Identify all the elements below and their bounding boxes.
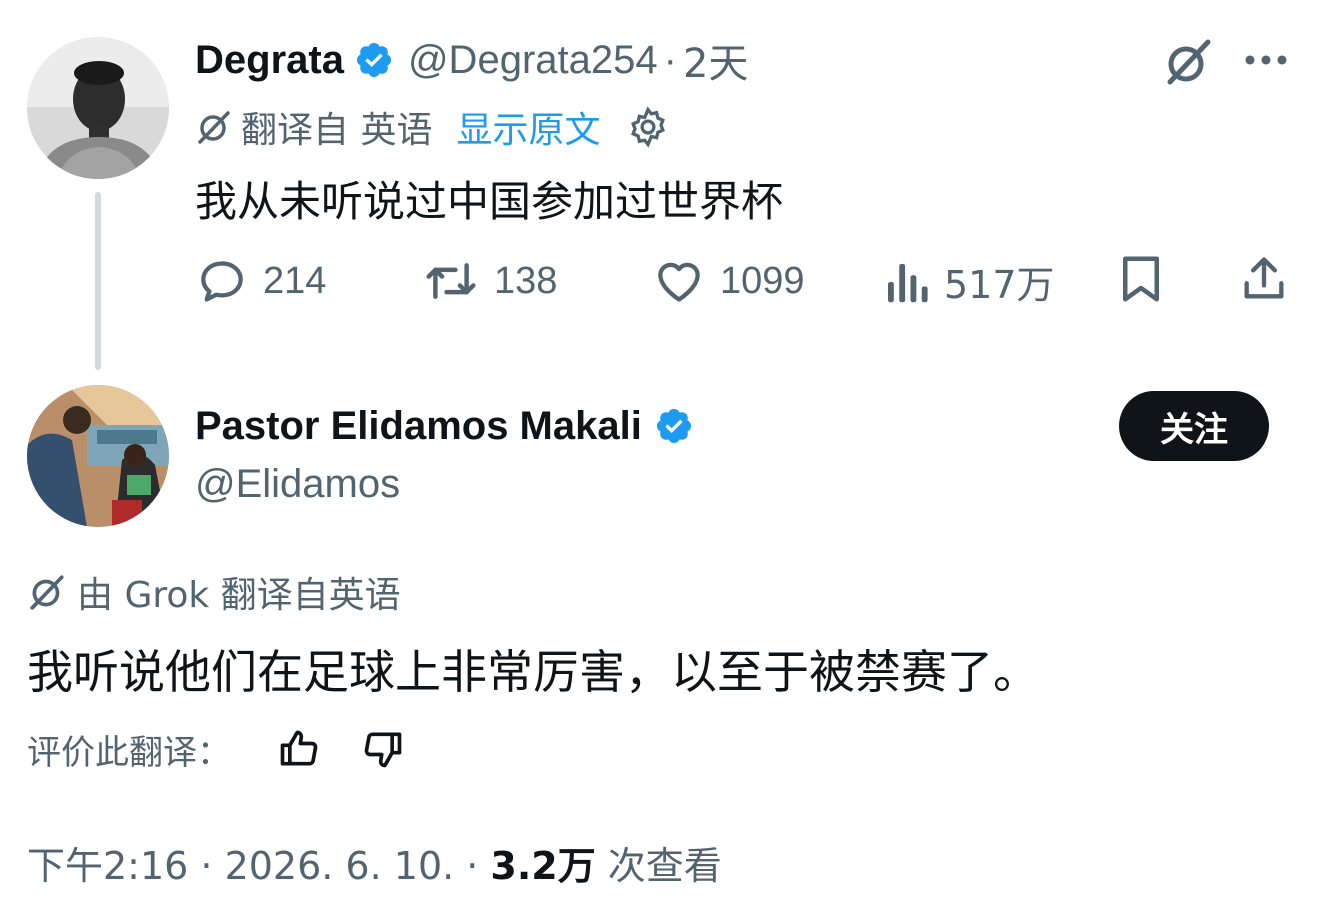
translated-from-label: 翻译自 英语 — [241, 110, 433, 151]
author-handle[interactable]: @Elidamos — [195, 462, 400, 507]
views-label: 次查看 — [607, 843, 722, 888]
reply-button[interactable]: 214 — [195, 254, 326, 308]
like-button[interactable]: 1099 — [652, 254, 805, 308]
verified-badge-icon — [654, 406, 694, 446]
views-button[interactable]: 517万 — [882, 254, 1055, 309]
timestamp[interactable]: 下午2:16 · 2026. 6. 10. · — [27, 835, 478, 890]
tweet-time[interactable]: 2天 — [683, 31, 748, 89]
bookmark-icon[interactable] — [1116, 252, 1166, 311]
rate-translation-bar: 评价此翻译： — [27, 724, 405, 774]
views-icon — [882, 255, 930, 309]
author-name[interactable]: Degrata — [195, 38, 344, 83]
reply-icon — [195, 254, 249, 308]
translate-icon — [195, 108, 233, 146]
show-original-link[interactable]: 显示原文 — [456, 101, 600, 153]
grok-translation-bar: 由 Grok 翻译自英语 — [27, 568, 401, 616]
tweet1-text: 我从未听说过中国参加过世界杯 — [195, 177, 784, 226]
views-total: 3.2万 — [490, 843, 596, 888]
tweet2-header: Pastor Elidamos Makali — [195, 400, 694, 452]
follow-button[interactable]: 关注 — [1119, 391, 1269, 461]
more-icon[interactable] — [1243, 50, 1289, 75]
repost-icon — [422, 254, 480, 308]
thumbs-down-icon[interactable] — [361, 727, 405, 771]
repost-count: 138 — [494, 259, 558, 302]
thread-line — [95, 192, 101, 370]
separator-dot: · — [663, 37, 677, 82]
views-count: 517万 — [944, 263, 1055, 307]
translate-icon — [27, 572, 67, 612]
thumbs-up-icon[interactable] — [277, 727, 321, 771]
grok-icon[interactable] — [1160, 34, 1216, 95]
verified-badge-icon — [354, 40, 394, 80]
author-handle[interactable]: @Degrata254 — [408, 38, 658, 83]
grok-translated-label: 由 Grok 翻译自英语 — [77, 575, 401, 616]
avatar-degrata[interactable] — [27, 37, 169, 179]
share-icon[interactable] — [1238, 252, 1290, 311]
reply-count: 214 — [263, 259, 327, 302]
author-name[interactable]: Pastor Elidamos Makali — [195, 404, 642, 449]
repost-button[interactable]: 138 — [422, 254, 557, 308]
like-icon — [652, 254, 706, 308]
like-count: 1099 — [720, 259, 805, 302]
tweet1-header: Degrata @Degrata254 · 2天 — [195, 31, 748, 89]
gear-icon[interactable] — [626, 105, 670, 149]
tweet-meta: 下午2:16 · 2026. 6. 10. · 3.2万 次查看 — [27, 836, 722, 888]
tweet2-text: 我听说他们在足球上非常厉害，以至于被禁赛了。 — [27, 645, 1039, 699]
translation-bar: 翻译自 英语 显示原文 — [195, 103, 670, 151]
rate-translation-label: 评价此翻译： — [27, 732, 231, 773]
avatar-elidamos[interactable] — [27, 385, 169, 527]
